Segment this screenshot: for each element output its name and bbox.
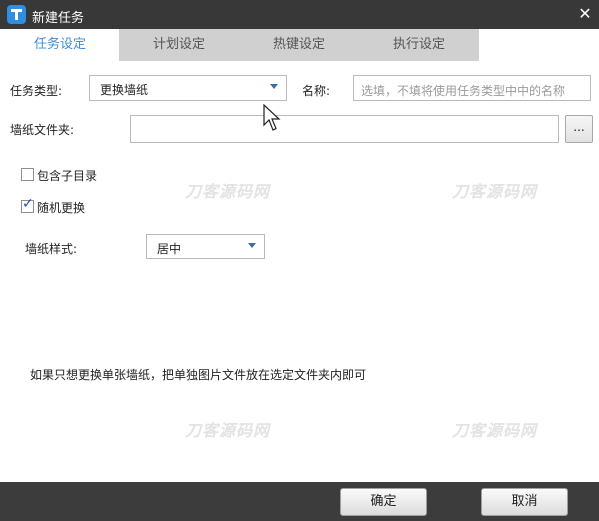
app-logo-icon	[7, 5, 26, 24]
task-type-value: 更换墙纸	[100, 83, 149, 97]
wallpaper-style-value: 居中	[157, 242, 182, 256]
mouse-cursor-icon	[263, 104, 281, 131]
cancel-button[interactable]: 取消	[481, 488, 568, 516]
chevron-down-icon	[270, 84, 278, 89]
task-type-label: 任务类型:	[10, 84, 63, 98]
name-label: 名称:	[302, 84, 331, 98]
chevron-down-icon	[248, 243, 256, 248]
ok-button[interactable]: 确定	[340, 488, 427, 516]
tab-schedule-settings[interactable]: 计划设定	[119, 29, 239, 61]
name-placeholder: 选填，不填将使用任务类型中中的名称	[361, 84, 566, 98]
include-subdirs-checkbox[interactable]	[21, 168, 34, 181]
hint-text: 如果只想更换单张墙纸，把单独图片文件放在选定文件夹内即可	[30, 368, 367, 382]
watermark-text: 刀客源码网	[452, 182, 538, 201]
watermark-text: 刀客源码网	[185, 182, 271, 201]
watermark-text: 刀客源码网	[452, 421, 538, 440]
tab-bar: 任务设定 计划设定 热键设定 执行设定	[0, 29, 599, 61]
title-bar: 新建任务 ✕	[0, 0, 599, 29]
include-subdirs-label: 包含子目录	[37, 169, 98, 183]
name-input[interactable]: 选填，不填将使用任务类型中中的名称	[353, 75, 591, 101]
tab-execution-settings[interactable]: 执行设定	[359, 29, 479, 61]
watermark-text: 刀客源码网	[185, 421, 271, 440]
close-icon[interactable]: ✕	[574, 3, 596, 25]
random-change-label: 随机更换	[37, 201, 86, 215]
tab-hotkey-settings[interactable]: 热键设定	[239, 29, 359, 61]
tab-task-settings[interactable]: 任务设定	[0, 29, 120, 61]
wallpaper-style-select[interactable]: 居中	[146, 234, 265, 259]
checkmark-icon: ✓	[22, 196, 34, 212]
wallpaper-style-label: 墙纸样式:	[25, 242, 78, 256]
task-type-select[interactable]: 更换墙纸	[89, 75, 287, 101]
window-title: 新建任务	[32, 11, 85, 26]
wallpaper-folder-label: 墙纸文件夹:	[10, 123, 75, 137]
browse-button[interactable]: ...	[565, 115, 593, 143]
wallpaper-folder-input[interactable]	[130, 115, 559, 143]
random-change-checkbox[interactable]: ✓	[21, 196, 34, 213]
